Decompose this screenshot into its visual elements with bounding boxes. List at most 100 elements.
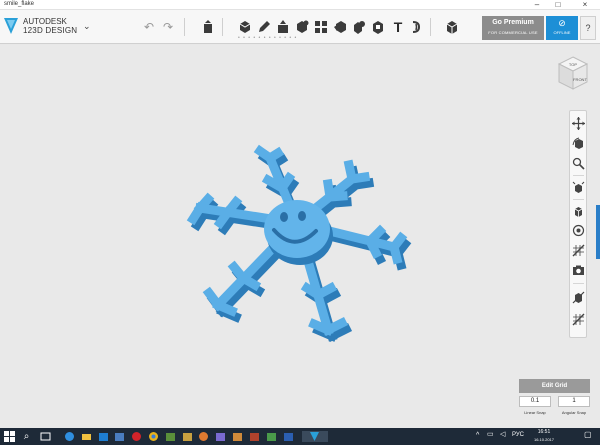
pan-icon: [572, 117, 585, 130]
grid-off-icon: [572, 244, 585, 257]
premium-label: Go Premium: [492, 19, 534, 26]
title-bar: smile_flake – □ ×: [0, 0, 600, 10]
text-tool-button[interactable]: T: [390, 19, 406, 35]
app-button-12[interactable]: [249, 431, 260, 442]
visibility-button[interactable]: [572, 224, 585, 237]
autodesk-123d-taskbar-button[interactable]: [302, 431, 328, 442]
task-view-button[interactable]: [40, 431, 51, 442]
undo-button[interactable]: ↶: [141, 19, 157, 35]
app-icon: [166, 433, 175, 441]
language-indicator[interactable]: РУС: [512, 432, 524, 439]
logo-line2: 123D DESIGN: [23, 26, 78, 35]
network-icon[interactable]: ▭: [487, 431, 494, 438]
window-title: smile_flake: [4, 1, 35, 7]
offline-label: OFFLINE: [553, 30, 571, 35]
eye-icon: [572, 224, 585, 237]
measure-tool-button[interactable]: [370, 19, 386, 35]
linear-snap-label: Linear Snap: [524, 410, 546, 415]
autodesk-app-icon: [310, 432, 319, 441]
redo-button[interactable]: ↷: [160, 19, 176, 35]
fit-icon: [572, 181, 585, 193]
edit-grid-panel: Edit Grid 0.1 1 Linear Snap Angular Snap: [519, 379, 590, 423]
grouping-tool-button[interactable]: [332, 19, 348, 35]
screenshot-button[interactable]: [572, 264, 585, 277]
angular-snap-input[interactable]: 1: [558, 396, 590, 407]
outline-toggle-button[interactable]: [572, 313, 585, 326]
construct-tool-button[interactable]: [275, 19, 291, 35]
material-display-button[interactable]: [572, 291, 585, 304]
cube-icon: [239, 21, 251, 33]
edge-app-button[interactable]: [64, 431, 75, 442]
zoom-button[interactable]: [572, 157, 585, 170]
pattern-tool-button[interactable]: [313, 19, 329, 35]
explorer-app-button[interactable]: [81, 431, 92, 442]
snap-tool-button[interactable]: [408, 19, 424, 35]
edge-browser-icon: [65, 432, 74, 441]
chevron-down-icon: ⌄: [83, 21, 91, 31]
primitives-tool-button[interactable]: [237, 19, 253, 35]
close-button[interactable]: ×: [576, 0, 594, 10]
maximize-button[interactable]: □: [549, 0, 567, 10]
outline-icon: [572, 313, 585, 326]
snowflake-model[interactable]: [0, 45, 600, 428]
clock-date: 16.10.2017: [533, 437, 555, 442]
camera-icon: [573, 265, 584, 275]
minimize-button[interactable]: –: [528, 0, 546, 10]
combine-icon: [354, 21, 365, 34]
transform-tool-button[interactable]: [200, 19, 216, 35]
modify-tool-button[interactable]: [294, 19, 310, 35]
offline-button[interactable]: ⊘ OFFLINE: [546, 16, 578, 40]
app-button-10[interactable]: [215, 431, 226, 442]
navigation-bar: [569, 110, 587, 338]
app-button-11[interactable]: [232, 431, 243, 442]
material-tool-button[interactable]: [444, 19, 460, 35]
material-display-icon: [572, 291, 585, 304]
linear-snap-input[interactable]: 0.1: [519, 396, 551, 407]
right-eye: [298, 211, 306, 221]
viewport-canvas[interactable]: [0, 45, 600, 428]
app-button-4[interactable]: [114, 431, 125, 442]
opera-app-button[interactable]: [131, 431, 142, 442]
view-mode-button[interactable]: [572, 205, 585, 218]
combine-tool-button[interactable]: [351, 19, 367, 35]
edit-grid-button[interactable]: Edit Grid: [519, 379, 590, 393]
app-icon: [233, 433, 242, 441]
transform-icon: [204, 20, 212, 33]
app-button-9[interactable]: [198, 431, 209, 442]
left-eye: [280, 212, 288, 222]
chrome-app-button[interactable]: [148, 431, 159, 442]
navbar-divider: [573, 199, 584, 200]
help-button[interactable]: ?: [580, 16, 596, 40]
go-premium-button[interactable]: Go Premium FOR COMMERCIAL USE: [482, 16, 544, 40]
windows-logo-icon: [4, 431, 15, 442]
toolbar-expand-dots: • • • • • • • • • • • •: [238, 35, 298, 41]
measure-icon: [373, 21, 383, 34]
app-menu-button[interactable]: AUTODESK 123D DESIGN ⌄: [3, 15, 91, 39]
logo-line1: AUTODESK: [23, 17, 67, 26]
clock[interactable]: 16:51 16.10.2017: [532, 429, 556, 443]
edge-scroll-indicator: [596, 205, 600, 259]
fit-button[interactable]: [572, 181, 585, 194]
zoom-icon: [572, 157, 585, 170]
app-icon: [199, 432, 208, 441]
store-app-button[interactable]: [98, 431, 109, 442]
notification-center-button[interactable]: ▢: [584, 431, 592, 439]
app-button-8[interactable]: [182, 431, 193, 442]
orbit-icon: [572, 137, 583, 149]
app-icon: [250, 433, 259, 441]
app-button-13[interactable]: [266, 431, 277, 442]
tray-expand-button[interactable]: ^: [476, 432, 479, 439]
pan-button[interactable]: [572, 117, 585, 130]
start-button[interactable]: [4, 431, 15, 442]
view-cube[interactable]: TOP FRONT: [556, 54, 590, 96]
search-button[interactable]: ⌕: [21, 431, 32, 442]
pattern-icon: [315, 21, 327, 33]
speaker-icon[interactable]: ◁: [500, 431, 505, 438]
app-button-7[interactable]: [165, 431, 176, 442]
sketch-tool-button[interactable]: [256, 19, 272, 35]
clock-time: 16:51: [537, 429, 551, 435]
grid-toggle-button[interactable]: [572, 244, 585, 257]
orbit-button[interactable]: [572, 137, 585, 150]
word-app-button[interactable]: [283, 431, 294, 442]
toolbar-divider: [430, 18, 431, 36]
